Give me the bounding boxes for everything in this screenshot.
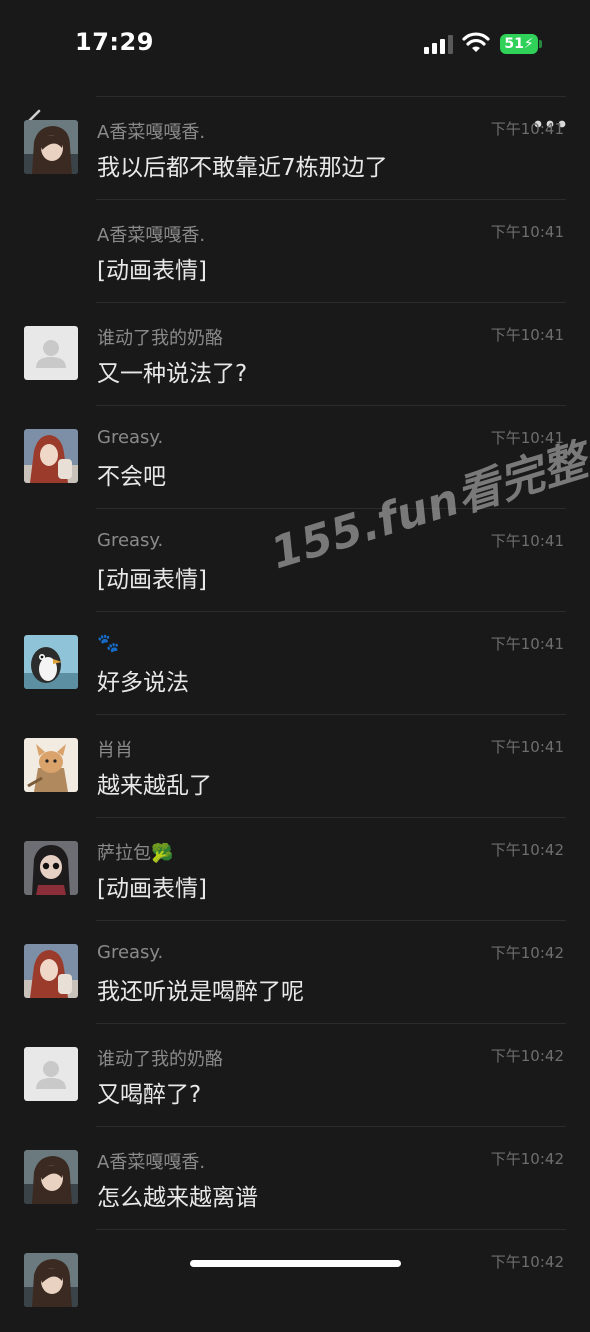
message-row[interactable]: 肖肖越来越乱了 下午10:41 <box>0 714 590 817</box>
message-time: 下午10:42 <box>490 1150 564 1168</box>
message-text: 不会吧 <box>97 464 166 490</box>
message-row[interactable]: A香菜嘎嘎香. 怎么越来越离谱 下午10:42 <box>0 1126 590 1229</box>
message-row[interactable]: Greasy. 我还听说是喝醉了呢 下午10:42 <box>0 920 590 1023</box>
message-time: 下午10:42 <box>490 944 564 962</box>
avatar[interactable] <box>24 944 78 998</box>
avatar[interactable] <box>24 1047 78 1101</box>
sender-name: A香菜嘎嘎香. <box>97 122 206 143</box>
sender-name: Greasy. <box>97 530 164 551</box>
battery-level: 51 <box>504 36 524 52</box>
home-indicator[interactable] <box>190 1260 401 1267</box>
charging-bolt-icon: ⚡ <box>523 36 534 52</box>
avatar[interactable] <box>24 326 78 380</box>
message-text: [动画表情] <box>97 876 207 902</box>
sender-name: 谁动了我的奶酪 <box>97 328 223 349</box>
message-time: 下午10:42 <box>490 1253 564 1271</box>
message-row[interactable]: 下午10:42 <box>0 1229 590 1332</box>
message-text: 又一种说法了? <box>97 361 248 387</box>
avatar[interactable] <box>24 635 78 689</box>
message-text: [动画表情] <box>97 258 207 284</box>
status-bar: 17:29 51⚡ <box>0 0 590 90</box>
message-time: 下午10:41 <box>490 532 564 550</box>
message-text: 越来越乱了 <box>97 773 212 799</box>
message-time: 下午10:42 <box>490 1047 564 1065</box>
signal-icon <box>424 35 453 54</box>
sender-name: A香菜嘎嘎香. <box>97 1152 206 1173</box>
message-time: 下午10:41 <box>490 223 564 241</box>
status-time: 17:29 <box>75 28 154 56</box>
message-text: 我以后都不敢靠近7栋那边了 <box>97 155 388 181</box>
message-text: 又喝醉了? <box>97 1082 202 1108</box>
battery-tip <box>539 40 542 48</box>
message-time: 下午10:41 <box>490 326 564 344</box>
sender-name: 🐾 <box>97 633 120 654</box>
sender-name: 谁动了我的奶酪 <box>97 1049 223 1070</box>
avatar[interactable] <box>24 120 78 174</box>
avatar[interactable] <box>24 1253 78 1307</box>
message-list[interactable]: A香菜嘎嘎香. 我以后都不敢靠近7栋那边了 下午10:41 A香菜嘎嘎香. [动画表情]… <box>0 96 590 1332</box>
message-time: 下午10:41 <box>490 635 564 653</box>
sender-name: Greasy. <box>97 942 164 963</box>
message-time: 下午10:41 <box>490 120 564 138</box>
message-row[interactable]: 谁动了我的奶酪又喝醉了? 下午10:42 <box>0 1023 590 1126</box>
avatar[interactable] <box>24 841 78 895</box>
message-row[interactable]: 萨拉包🥦 [动画表情] 下午10:42 <box>0 817 590 920</box>
message-text: 我还听说是喝醉了呢 <box>97 979 304 1005</box>
sender-name: A香菜嘎嘎香. <box>97 225 206 246</box>
wifi-icon <box>462 32 490 52</box>
battery-indicator: 51⚡ <box>500 34 538 54</box>
avatar[interactable] <box>24 1150 78 1204</box>
message-time: 下午10:42 <box>490 841 564 859</box>
sender-name: 萨拉包🥦 <box>97 843 174 864</box>
message-text: 好多说法 <box>97 670 189 696</box>
avatar[interactable] <box>24 429 78 483</box>
avatar[interactable] <box>24 738 78 792</box>
message-row[interactable]: 谁动了我的奶酪又一种说法了? 下午10:41 <box>0 302 590 405</box>
sender-name: 肖肖 <box>97 740 133 761</box>
sender-name: Greasy. <box>97 427 164 448</box>
message-text: [动画表情] <box>97 567 207 593</box>
message-row[interactable]: A香菜嘎嘎香. [动画表情] 下午10:41 <box>0 199 590 302</box>
message-row[interactable]: 🐾 好多说法 下午10:41 <box>0 611 590 714</box>
message-text: 怎么越来越离谱 <box>97 1185 258 1211</box>
message-row[interactable]: A香菜嘎嘎香. 我以后都不敢靠近7栋那边了 下午10:41 <box>0 96 590 199</box>
message-time: 下午10:41 <box>490 738 564 756</box>
